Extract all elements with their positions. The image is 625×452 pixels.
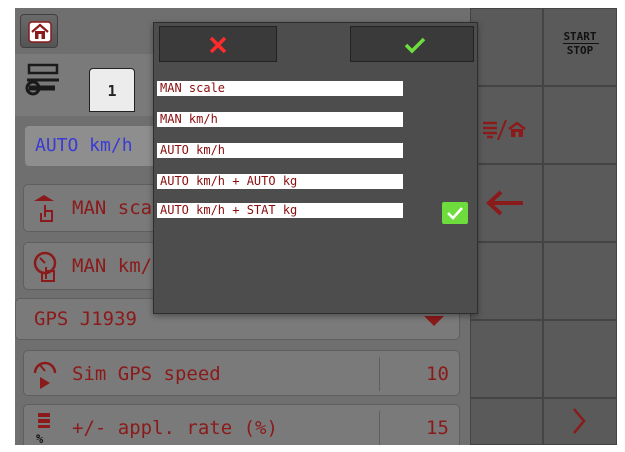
terminal-screen: 1 AUTO km/h MAN scale MAN km/h GPS J1939: [15, 8, 617, 445]
option-auto-kmh-auto-kg[interactable]: AUTO km/h + AUTO kg: [157, 174, 403, 189]
option-man-scale[interactable]: MAN scale: [157, 81, 403, 96]
softkey-1d[interactable]: [470, 242, 543, 320]
confirm-check-icon: [404, 37, 426, 54]
scale-home-switch-icon: [483, 119, 526, 141]
hand-scale-icon: [34, 195, 54, 222]
softkey-1c-back[interactable]: [470, 164, 543, 242]
cancel-button[interactable]: [159, 26, 277, 62]
row-gps-j1939-label: GPS J1939: [34, 308, 137, 330]
selected-checkbox[interactable]: [442, 202, 468, 224]
stop-label: STOP: [566, 44, 594, 57]
dropdown-arrow-icon[interactable]: [424, 316, 444, 328]
option-auto-kmh-stat-kg[interactable]: AUTO km/h + STAT kg: [157, 203, 403, 218]
softkey-1f[interactable]: [470, 398, 543, 445]
row-man-scale[interactable]: MAN scale: [23, 184, 175, 232]
svg-text:%: %: [36, 432, 44, 445]
row-man-kmh-label: MAN km/h: [72, 255, 164, 277]
softkey-2e[interactable]: [543, 320, 617, 398]
tab-1-label: 1: [107, 82, 117, 100]
row-sim-gps-speed[interactable]: Sim GPS speed 10: [23, 350, 460, 396]
softkey-1e[interactable]: [470, 320, 543, 398]
speedometer-play-icon: [33, 361, 57, 389]
option-man-kmh[interactable]: MAN km/h: [157, 112, 403, 127]
hand-speed-icon: [33, 251, 57, 282]
appl-rate-divider: [379, 411, 380, 445]
option-auto-kmh[interactable]: AUTO km/h: [157, 143, 403, 158]
home-button[interactable]: [20, 14, 58, 48]
chevron-right-icon: [573, 408, 586, 434]
tab-1[interactable]: 1: [89, 68, 135, 112]
appl-rate-label: +/- appl. rate (%): [72, 417, 278, 439]
speed-source-field[interactable]: AUTO km/h: [25, 126, 165, 166]
back-arrow-icon: [486, 190, 523, 216]
softkey-start-stop[interactable]: START STOP: [543, 8, 617, 86]
softkey-2b[interactable]: [543, 86, 617, 164]
softkey-2d[interactable]: [543, 242, 617, 320]
selection-dialog: MAN scale MAN km/h AUTO km/h AUTO km/h +…: [153, 22, 478, 314]
softkey-1b[interactable]: [470, 86, 543, 164]
sim-gps-speed-divider: [379, 357, 380, 391]
softkey-next[interactable]: [543, 398, 617, 445]
confirm-button[interactable]: [350, 26, 474, 62]
home-icon: [28, 21, 52, 43]
row-man-kmh[interactable]: MAN km/h: [23, 242, 165, 290]
checkmark-icon: [447, 207, 463, 220]
sim-gps-speed-label: Sim GPS speed: [72, 363, 221, 385]
rate-percent-icon: %: [36, 413, 50, 445]
start-label: START: [563, 30, 597, 43]
row-appl-rate[interactable]: % +/- appl. rate (%) 15: [23, 404, 460, 445]
wrench-settings-icon: [25, 63, 59, 96]
speed-source-value: AUTO km/h: [35, 135, 133, 156]
cancel-x-icon: [209, 36, 227, 54]
softkey-2c[interactable]: [543, 164, 617, 242]
appl-rate-value[interactable]: 15: [426, 413, 449, 443]
sim-gps-speed-value[interactable]: 10: [426, 359, 449, 389]
softkey-1a[interactable]: [470, 8, 543, 86]
